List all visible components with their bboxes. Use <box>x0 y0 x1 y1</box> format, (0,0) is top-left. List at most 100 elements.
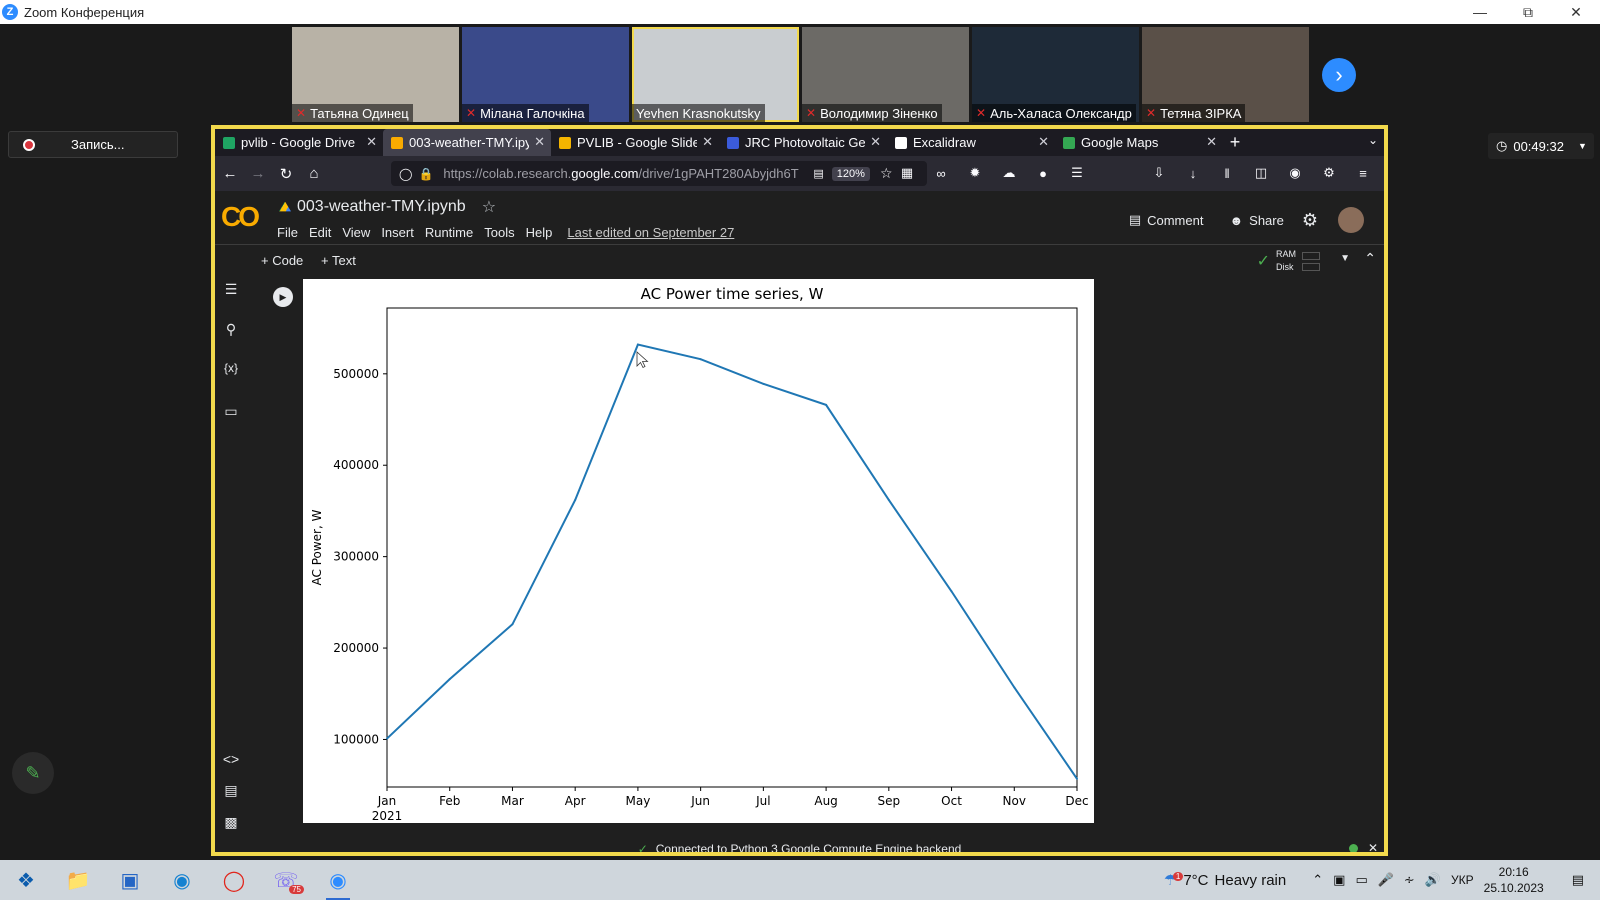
weather-widget[interactable]: ☂ 1 7°C Heavy rain <box>1164 871 1286 890</box>
run-cell-button[interactable]: ▶ <box>273 287 293 307</box>
browser-tab[interactable]: PVLIB - Google Slides ✕ <box>551 129 719 156</box>
new-tab-button[interactable]: + <box>1223 129 1247 156</box>
url-bar[interactable]: ◯ 🔒 https://colab.research.google.com/dr… <box>391 161 927 186</box>
menu-item[interactable]: Help <box>526 225 553 240</box>
table-of-contents-icon[interactable]: ☰ <box>222 281 240 298</box>
battery-icon[interactable]: ▭ <box>1355 872 1367 888</box>
video-tile[interactable]: ✕ Татьяна Одинец <box>292 27 459 122</box>
clock-icon: ◷ <box>1496 138 1508 153</box>
settings-gear-icon[interactable]: ⚙ <box>1302 210 1318 231</box>
bookmark-star-icon[interactable]: ☆ <box>880 165 893 182</box>
people-icon: ☻ <box>1229 212 1244 228</box>
close-icon[interactable]: ✕ <box>1552 0 1600 24</box>
share-button[interactable]: ☻ Share <box>1229 213 1283 228</box>
tab-close-icon[interactable]: ✕ <box>534 134 545 150</box>
browser-tab[interactable]: JRC Photovoltaic Geog ✕ <box>719 129 887 156</box>
avatar[interactable] <box>1338 207 1364 233</box>
extensions-puzzle-icon[interactable]: ⚙ <box>1316 160 1342 186</box>
terminal-icon[interactable]: ▩ <box>222 814 240 831</box>
file-explorer-icon[interactable]: 📁 <box>58 860 98 900</box>
extension-bars-icon[interactable]: ☰ <box>1064 160 1090 186</box>
chevron-down-icon: ▼ <box>1577 141 1587 151</box>
tab-close-icon[interactable]: ✕ <box>1038 134 1049 150</box>
video-tile[interactable]: ✕ Мілана Галочкіна <box>462 27 629 122</box>
volume-icon[interactable]: 🔊 <box>1425 872 1441 888</box>
record-button[interactable]: Запись... <box>8 131 178 158</box>
viber-icon[interactable]: ☏ 75 <box>266 860 306 900</box>
colab-left-rail: ☰ ⚲ {x} ▭ <> ▤ ▩ <box>215 277 247 837</box>
wifi-icon[interactable]: ∻ <box>1404 872 1415 888</box>
colab-logo-icon[interactable]: CO <box>221 201 260 233</box>
add-code-button[interactable]: + Code <box>261 253 303 268</box>
browser-tab[interactable]: Google Maps ✕ <box>1055 129 1223 156</box>
last-edited-link[interactable]: Last edited on September 27 <box>567 225 734 240</box>
minimize-icon[interactable]: — <box>1456 0 1504 24</box>
menu-item[interactable]: Insert <box>381 225 414 240</box>
meeting-timer[interactable]: ◷ 00:49:32 ▼ <box>1488 133 1594 159</box>
video-tile[interactable]: ✕ Аль-Халаса Олександр <box>972 27 1139 122</box>
apps-grid-icon[interactable]: ▦ <box>894 160 920 186</box>
annotate-pen-button[interactable]: ✎ <box>12 752 54 794</box>
comment-button[interactable]: ▤ Comment <box>1129 212 1204 228</box>
comment-icon: ▤ <box>1128 212 1142 227</box>
command-palette-icon[interactable]: ▤ <box>222 782 240 799</box>
browser-tab[interactable]: pvlib - Google Drive ✕ <box>215 129 383 156</box>
search-icon[interactable]: ⚲ <box>222 321 240 338</box>
tab-close-icon[interactable]: ✕ <box>1206 134 1217 150</box>
tab-close-icon[interactable]: ✕ <box>870 134 881 150</box>
edge-browser-icon[interactable]: ◉ <box>162 860 202 900</box>
menu-item[interactable]: View <box>342 225 370 240</box>
star-icon[interactable]: ☆ <box>482 197 496 217</box>
store-icon[interactable]: ▣ <box>110 860 150 900</box>
input-language[interactable]: УКР <box>1451 873 1474 887</box>
clock[interactable]: 20:16 25.10.2023 <box>1484 864 1544 896</box>
windows-start-icon[interactable]: ❖ <box>6 860 46 900</box>
extension-shield-icon[interactable]: ● <box>1030 160 1056 186</box>
resources-indicator[interactable]: ✓ RAM Disk <box>1257 248 1320 274</box>
zoom-level[interactable]: 120% <box>831 166 870 181</box>
close-icon[interactable]: ✕ <box>1368 841 1378 852</box>
restore-icon[interactable]: ⧉ <box>1504 0 1552 24</box>
sidebar-icon[interactable]: ◫ <box>1248 160 1274 186</box>
x-tick-label: Sep <box>878 794 901 808</box>
menu-item[interactable]: File <box>277 225 298 240</box>
zoom-app-icon[interactable]: ◉ <box>318 860 358 900</box>
notebook-name[interactable]: 003-weather-TMY.ipynb <box>297 198 466 216</box>
video-tile[interactable]: Yevhen Krasnokutsky <box>632 27 799 122</box>
add-text-button[interactable]: + Text <box>321 253 356 268</box>
menu-item[interactable]: Edit <box>309 225 331 240</box>
chevron-down-icon[interactable]: ▼ <box>1340 253 1350 264</box>
forward-icon[interactable]: → <box>245 161 271 187</box>
account-icon[interactable]: ◉ <box>1282 160 1308 186</box>
meet-now-icon[interactable]: ▣ <box>1333 872 1345 888</box>
video-tile[interactable]: ✕ Тетяна ЗІРКА <box>1142 27 1309 122</box>
browser-tab[interactable]: Excalidraw ✕ <box>887 129 1055 156</box>
tab-list-chevron-icon[interactable]: ⌄ <box>1368 133 1378 147</box>
files-folder-icon[interactable]: ▭ <box>222 403 240 420</box>
pocket-icon[interactable]: ⇩ <box>1146 160 1172 186</box>
code-snippets-icon[interactable]: <> <box>222 751 240 767</box>
opera-browser-icon[interactable]: ◯ <box>214 860 254 900</box>
extension-glasses-icon[interactable]: ∞ <box>928 160 954 186</box>
reader-icon[interactable]: ▤ <box>813 167 823 180</box>
browser-tab[interactable]: 003-weather-TMY.ipyn ✕ <box>383 129 551 156</box>
tab-close-icon[interactable]: ✕ <box>702 134 713 150</box>
video-tile[interactable]: ✕ Володимир Зіненко <box>802 27 969 122</box>
home-icon[interactable]: ⌂ <box>301 161 327 187</box>
notifications-icon[interactable]: ▤ <box>1572 872 1584 888</box>
variables-icon[interactable]: {x} <box>222 361 240 375</box>
reload-icon[interactable]: ↻ <box>273 161 299 187</box>
extension-gear-icon[interactable]: ✹ <box>962 160 988 186</box>
tab-close-icon[interactable]: ✕ <box>366 134 377 150</box>
download-icon[interactable]: ↓ <box>1180 160 1206 186</box>
menu-item[interactable]: Runtime <box>425 225 473 240</box>
extension-cloud-icon[interactable]: ☁ <box>996 160 1022 186</box>
hamburger-menu-icon[interactable]: ≡ <box>1350 160 1376 186</box>
library-icon[interactable]: ‖ <box>1214 160 1240 186</box>
back-icon[interactable]: ← <box>217 161 243 187</box>
tray-expand-icon[interactable]: ⌃ <box>1312 872 1323 888</box>
next-page-button[interactable]: › <box>1322 58 1356 92</box>
microphone-icon[interactable]: 🎤 <box>1378 872 1394 888</box>
menu-item[interactable]: Tools <box>484 225 514 240</box>
collapse-icon[interactable]: ⌃ <box>1364 250 1376 267</box>
